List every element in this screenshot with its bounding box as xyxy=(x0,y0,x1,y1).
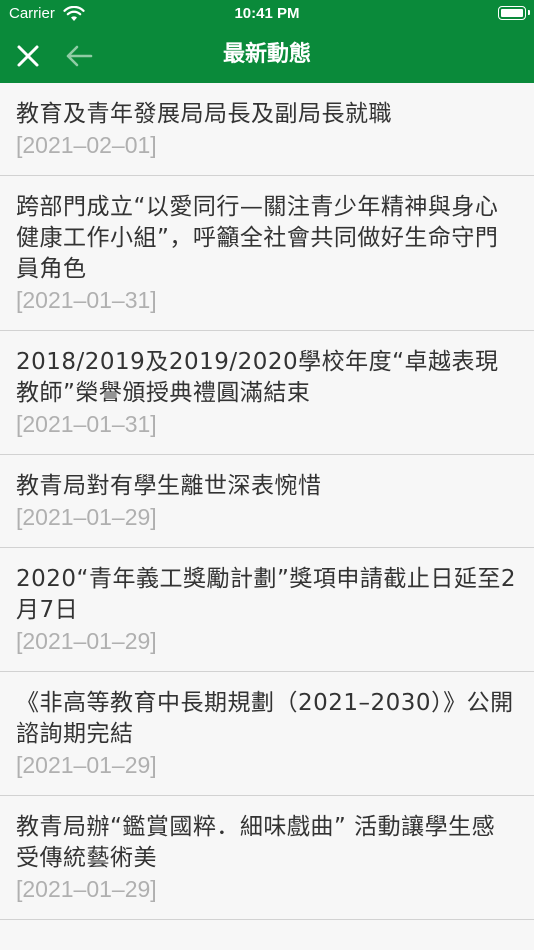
news-item[interactable]: 教青局對有學生離世深表惋惜 [2021–01–29] xyxy=(0,455,534,548)
news-item[interactable]: 2020“青年義工獎勵計劃”獎項申請截止日延至2月7日 [2021–01–29] xyxy=(0,548,534,672)
status-time: 10:41 PM xyxy=(234,5,300,22)
news-title: 《非高等教育中長期規劃（2021–2030）》公開諮詢期完結 xyxy=(16,690,514,747)
status-bar: Carrier 10:41 PM xyxy=(0,0,534,28)
news-date: [2021–01–29] xyxy=(16,504,157,530)
news-date: [2021–01–31] xyxy=(16,287,157,313)
page-title: 最新動態 xyxy=(222,42,311,67)
news-title: 教青局辦“鑑賞國粹．細味戲曲” 活動讓學生感受傳統藝術美 xyxy=(16,814,496,871)
news-date: [2021–02–01] xyxy=(16,132,157,158)
news-title: 教青局對有學生離世深表惋惜 xyxy=(16,473,322,499)
news-title: 教育及青年發展局局長及副局長就職 xyxy=(16,101,392,127)
header: Carrier 10:41 PM 最新動態 xyxy=(0,0,534,83)
news-date: [2021–01–29] xyxy=(16,628,157,654)
news-item[interactable]: 跨部門成立“以愛同行—關注青少年精神與身心健康工作小組”，呼籲全社會共同做好生命… xyxy=(0,176,534,331)
news-item[interactable]: 《非高等教育中長期規劃（2021–2030）》公開諮詢期完結 [2021–01–… xyxy=(0,672,534,796)
news-list: 教育及青年發展局局長及副局長就職 [2021–02–01] 跨部門成立“以愛同行… xyxy=(0,83,534,920)
news-title: 2018/2019及2019/2020學校年度“卓越表現教師”榮譽頒授典禮圓滿結… xyxy=(16,349,499,406)
news-item[interactable]: 教育及青年發展局局長及副局長就職 [2021–02–01] xyxy=(0,83,534,176)
news-date: [2021–01–29] xyxy=(16,752,157,778)
news-item[interactable]: 2018/2019及2019/2020學校年度“卓越表現教師”榮譽頒授典禮圓滿結… xyxy=(0,331,534,455)
news-date: [2021–01–31] xyxy=(16,411,157,437)
news-item[interactable]: 教青局辦“鑑賞國粹．細味戲曲” 活動讓學生感受傳統藝術美 [2021–01–29… xyxy=(0,796,534,920)
news-date: [2021–01–29] xyxy=(16,876,157,902)
news-title: 跨部門成立“以愛同行—關注青少年精神與身心健康工作小組”，呼籲全社會共同做好生命… xyxy=(16,194,499,282)
battery-icon xyxy=(498,6,530,20)
nav-bar: 最新動態 xyxy=(0,28,534,83)
news-title: 2020“青年義工獎勵計劃”獎項申請截止日延至2月7日 xyxy=(16,566,516,623)
